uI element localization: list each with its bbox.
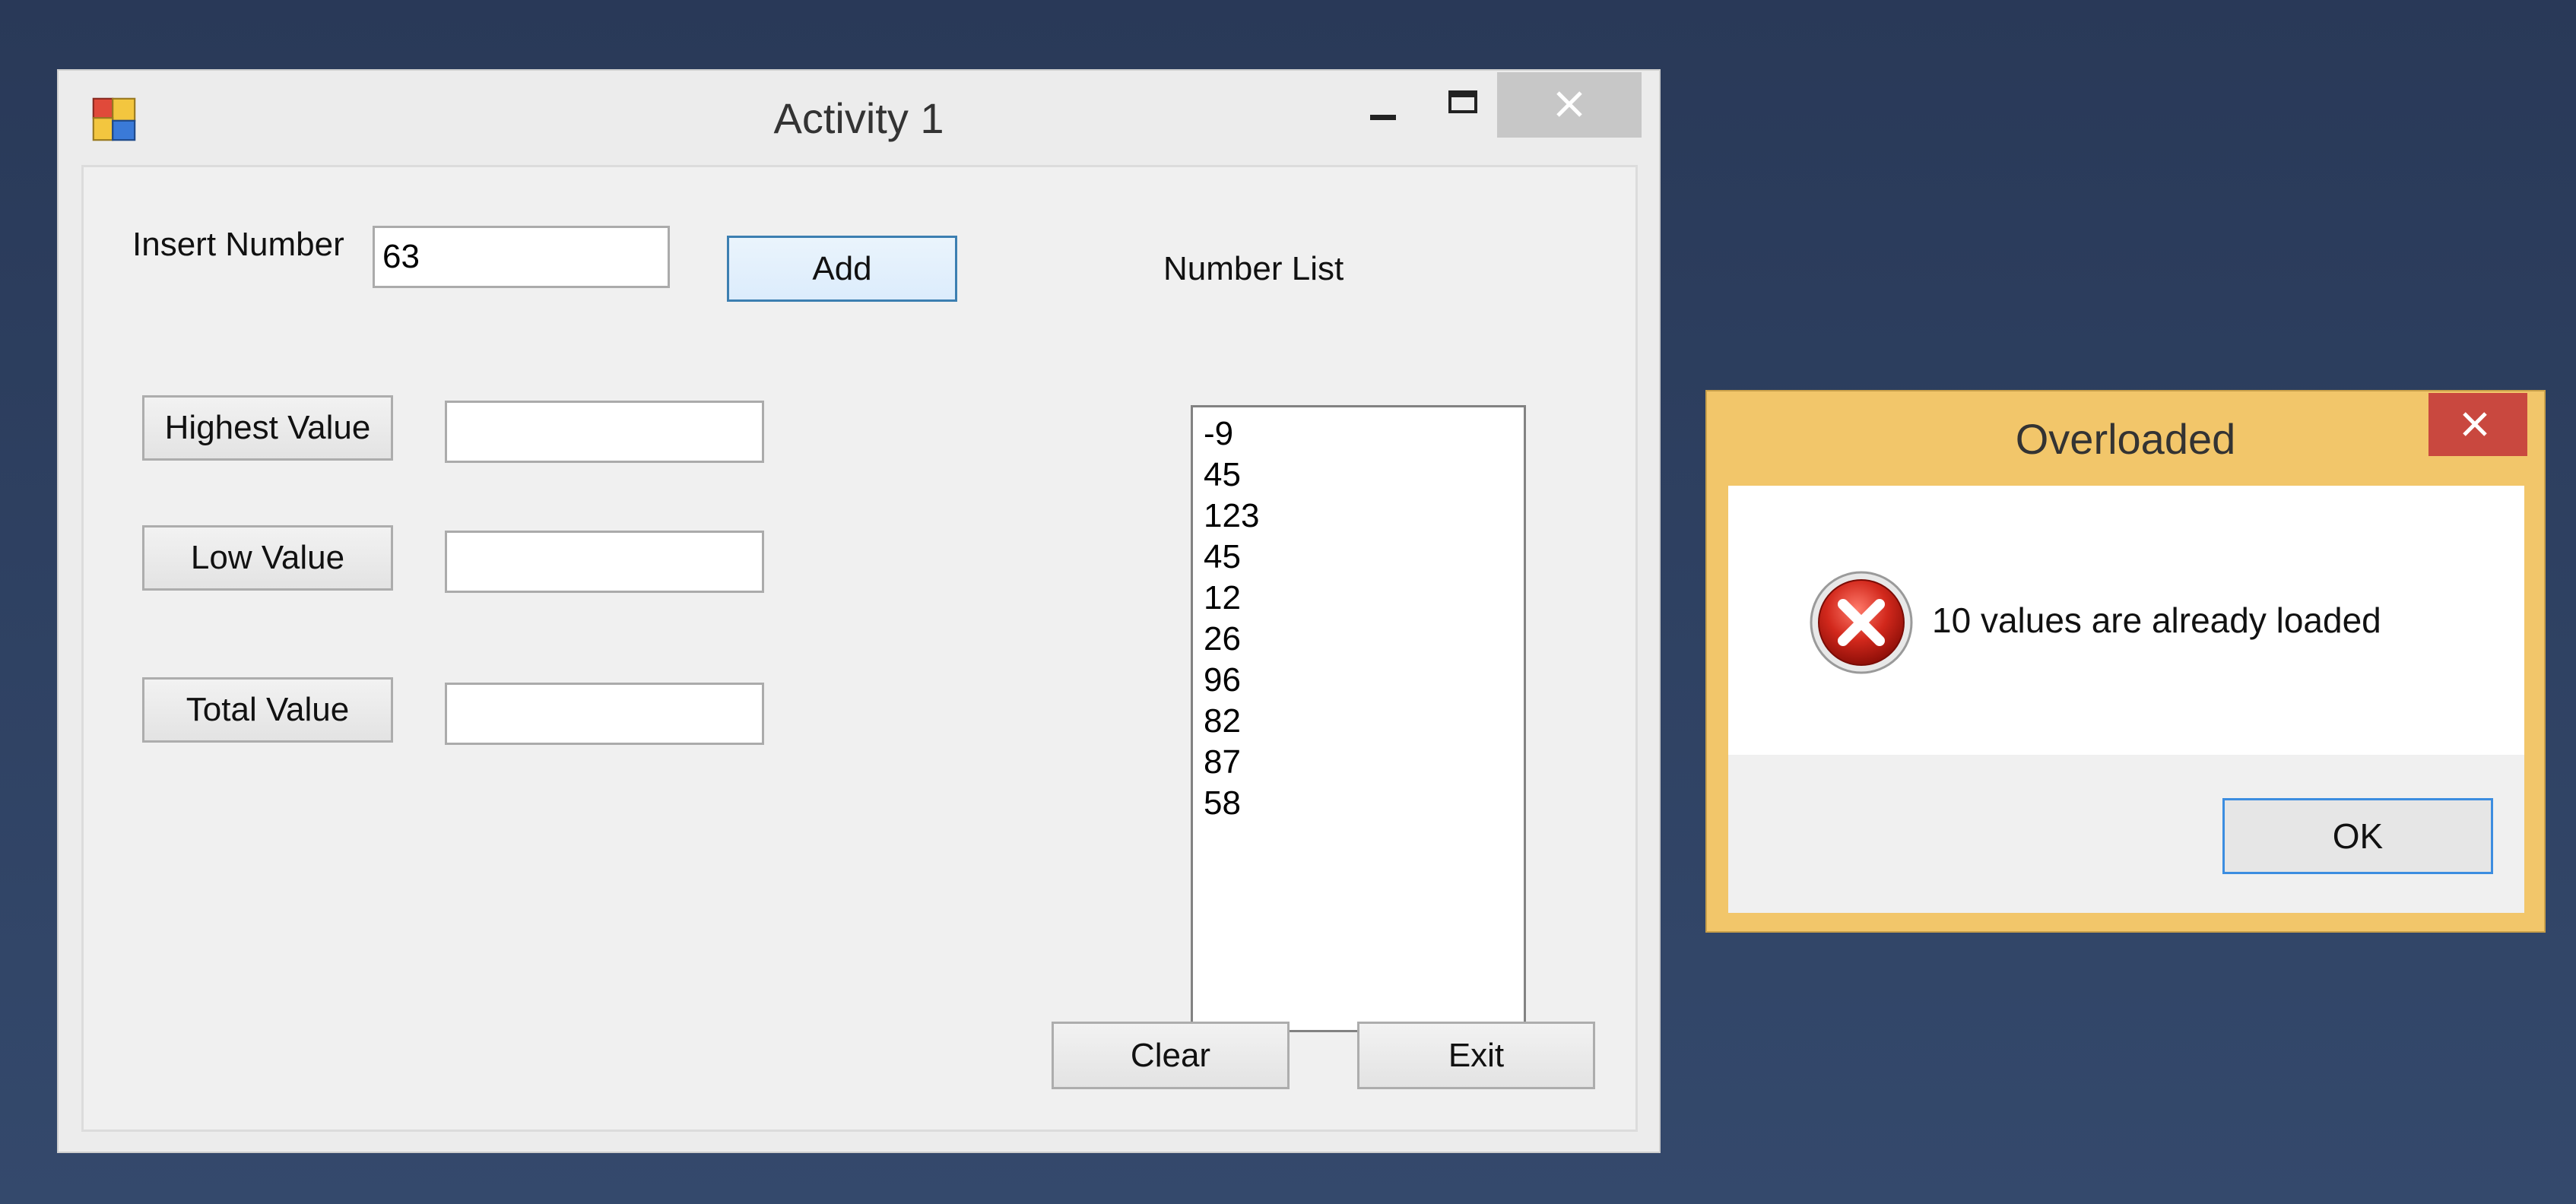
dialog-footer: OK [1728, 755, 2524, 913]
dialog-body: 10 values are already loaded [1728, 486, 2524, 755]
number-list-label: Number List [1163, 250, 1344, 287]
title-bar[interactable]: Activity 1 [59, 71, 1659, 165]
error-icon [1810, 571, 1913, 674]
message-dialog: Overloaded 10 values are already loaded … [1705, 390, 2546, 933]
low-value-field[interactable] [445, 531, 764, 593]
ok-button[interactable]: OK [2222, 798, 2493, 874]
low-value-button[interactable]: Low Value [142, 525, 393, 591]
list-item[interactable]: 82 [1204, 701, 1513, 742]
list-item[interactable]: 58 [1204, 783, 1513, 824]
main-window: Activity 1 Insert Number Add Number List… [57, 69, 1661, 1153]
form-client-area: Insert Number Add Number List Highest Va… [81, 165, 1638, 1132]
list-item[interactable]: 12 [1204, 578, 1513, 619]
dialog-message: 10 values are already loaded [1932, 600, 2381, 640]
highest-value-button[interactable]: Highest Value [142, 395, 393, 461]
list-item[interactable]: 123 [1204, 496, 1513, 537]
close-button[interactable] [1497, 72, 1642, 138]
insert-number-label: Insert Number [132, 226, 344, 263]
close-icon [2463, 412, 2487, 436]
add-button[interactable]: Add [727, 236, 957, 302]
list-item[interactable]: 96 [1204, 660, 1513, 701]
total-value-field[interactable] [445, 683, 764, 745]
maximize-button[interactable] [1420, 72, 1502, 138]
number-listbox[interactable]: -9 45 123 45 12 26 96 82 87 58 [1191, 405, 1526, 1032]
list-item[interactable]: 87 [1204, 742, 1513, 783]
highest-value-field[interactable] [445, 401, 764, 463]
list-item[interactable]: 45 [1204, 455, 1513, 496]
exit-button[interactable]: Exit [1357, 1022, 1595, 1089]
minimize-button[interactable] [1336, 72, 1420, 138]
dialog-close-button[interactable] [2428, 393, 2527, 456]
list-item[interactable]: 26 [1204, 619, 1513, 660]
dialog-title: Overloaded [2015, 415, 2236, 463]
clear-button[interactable]: Clear [1052, 1022, 1290, 1089]
total-value-button[interactable]: Total Value [142, 677, 393, 743]
list-item[interactable]: -9 [1204, 413, 1513, 455]
insert-number-input[interactable] [373, 226, 670, 288]
close-icon [1556, 91, 1582, 117]
list-item[interactable]: 45 [1204, 537, 1513, 578]
